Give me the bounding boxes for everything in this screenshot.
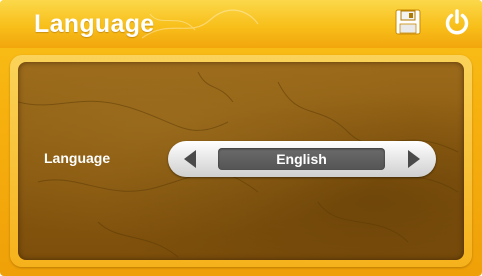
title-bar: Language bbox=[0, 0, 482, 48]
save-icon bbox=[395, 9, 421, 35]
power-button[interactable] bbox=[443, 8, 471, 36]
settings-panel-content: Language English bbox=[18, 62, 464, 260]
language-value: English bbox=[218, 148, 385, 170]
power-icon bbox=[445, 9, 469, 35]
page-title: Language bbox=[34, 10, 155, 38]
settings-panel: Language English bbox=[10, 55, 472, 267]
triangle-left-icon[interactable] bbox=[184, 150, 196, 168]
save-button[interactable] bbox=[394, 8, 422, 36]
decorative-swirl bbox=[141, 9, 259, 39]
triangle-right-icon[interactable] bbox=[408, 150, 420, 168]
language-label: Language bbox=[44, 150, 111, 166]
language-selector[interactable]: English bbox=[168, 141, 436, 177]
settings-window: Language Language English bbox=[0, 0, 482, 276]
